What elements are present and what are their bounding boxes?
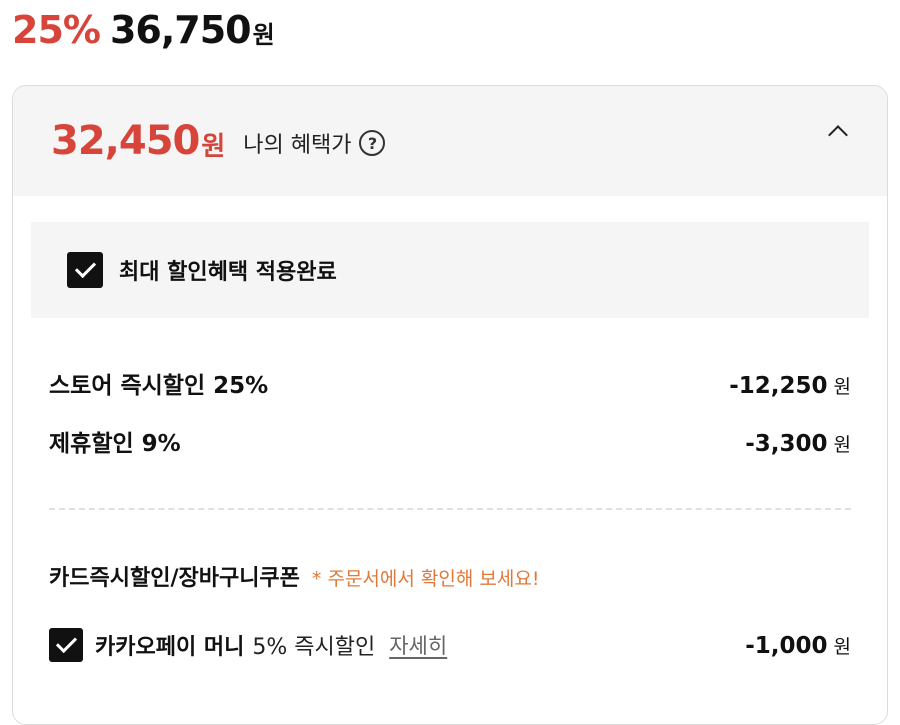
sale-price-currency: 원 [252, 21, 275, 49]
card-coupon-title: 카드즉시할인/장바구니쿠폰 [49, 566, 300, 591]
card-coupon-note: * 주문서에서 확인해 보세요! [311, 568, 540, 590]
discount-rate: 25% [12, 8, 101, 52]
discount-amount: -12,250 [729, 373, 828, 399]
discount-unit: 원 [833, 376, 851, 398]
kakaopay-unit: 원 [833, 635, 851, 658]
checkbox-checked-icon[interactable] [67, 252, 103, 288]
discount-row-partner: 제휴할인 9% -3,300 원 [49, 424, 851, 458]
applied-label: 최대 할인혜택 적용완료 [119, 260, 337, 285]
kakaopay-amount: -1,000 [745, 632, 828, 659]
kakaopay-desc: 5% 즉시할인 [252, 635, 376, 660]
checkbox-checked-icon[interactable] [49, 628, 83, 662]
kakaopay-discount-row: 카카오페이 머니 5% 즉시할인 자세히 -1,000 원 [49, 628, 851, 662]
discount-name: 제휴할인 9% [49, 431, 181, 457]
discount-row-store: 스토어 즉시할인 25% -12,250 원 [49, 366, 851, 400]
benefit-card: 32,450 원 나의 혜택가 ? 최대 할인혜택 적용완료 스토어 즉시할인 … [12, 85, 888, 725]
sale-price: 36,750 [109, 8, 252, 52]
max-benefit-applied: 최대 할인혜택 적용완료 [31, 222, 869, 318]
chevron-up-icon[interactable] [828, 125, 848, 145]
benefit-price-currency: 원 [201, 131, 226, 162]
discount-name: 스토어 즉시할인 25% [49, 373, 269, 399]
question-circle-icon[interactable]: ? [359, 130, 386, 156]
detail-link[interactable]: 자세히 [389, 630, 447, 660]
benefit-label: 나의 혜택가 [243, 133, 352, 158]
product-price: 25% 36,750 원 [12, 8, 275, 52]
kakaopay-name: 카카오페이 머니 [95, 635, 245, 660]
dashed-divider [49, 508, 851, 510]
discount-value: -3,300 원 [745, 430, 851, 457]
discount-unit: 원 [833, 434, 851, 456]
kakaopay-value: -1,000 원 [745, 632, 851, 659]
card-coupon-section-title: 카드즉시할인/장바구니쿠폰 * 주문서에서 확인해 보세요! [49, 560, 539, 592]
discount-amount: -3,300 [745, 431, 828, 457]
benefit-price: 32,450 [51, 118, 200, 164]
discount-value: -12,250 원 [729, 372, 851, 399]
benefit-header[interactable]: 32,450 원 나의 혜택가 ? [13, 86, 887, 196]
